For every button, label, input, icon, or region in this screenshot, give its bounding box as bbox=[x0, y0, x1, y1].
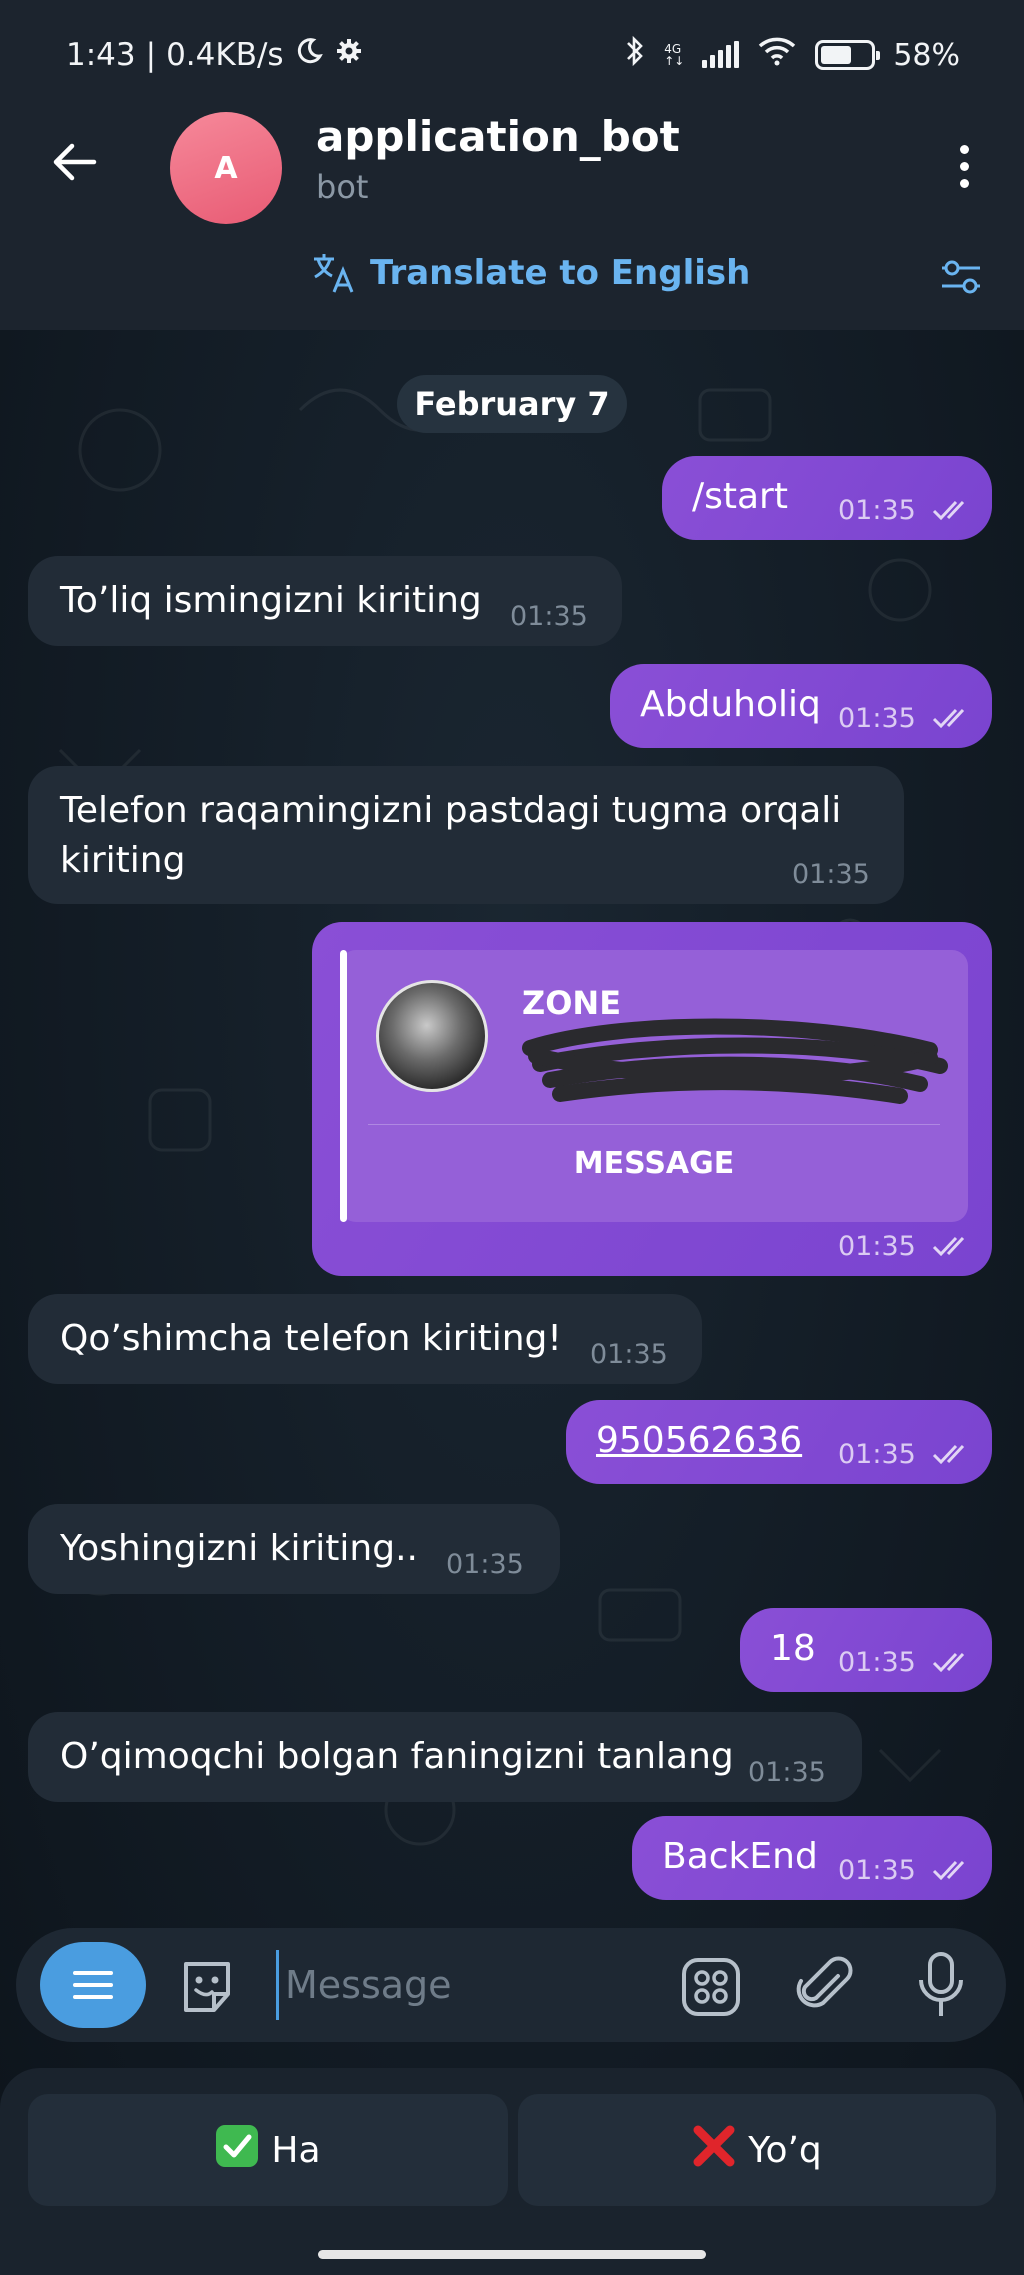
sliders-icon[interactable] bbox=[938, 254, 984, 304]
message-outgoing[interactable]: 18 01:35 bbox=[740, 1608, 992, 1692]
contact-avatar bbox=[376, 980, 488, 1092]
message-time: 01:35 bbox=[446, 1549, 524, 1580]
wifi-icon bbox=[757, 36, 797, 74]
message-time: 01:35 bbox=[838, 495, 916, 526]
chat-title[interactable]: application_bot bbox=[316, 112, 680, 161]
contact-card[interactable]: ZONE MESSAGE bbox=[340, 950, 968, 1222]
paperclip-icon[interactable] bbox=[796, 1956, 856, 2022]
message-text: Yoshingizni kiriting.. bbox=[60, 1528, 418, 1569]
message-incoming[interactable]: Telefon raqamingizni pastdagi tugma orqa… bbox=[28, 766, 904, 904]
message-time: 01:35 bbox=[838, 703, 916, 734]
status-time: 1:43 bbox=[66, 37, 136, 73]
translate-button[interactable]: Translate to English bbox=[310, 250, 750, 296]
double-check-icon bbox=[932, 1444, 965, 1465]
message-time: 01:35 bbox=[748, 1757, 826, 1788]
home-indicator[interactable] bbox=[318, 2250, 706, 2259]
message-text: /start bbox=[692, 476, 788, 517]
message-time: 01:35 bbox=[838, 1855, 916, 1886]
apps-icon[interactable] bbox=[680, 1956, 742, 2022]
message-text: BackEnd bbox=[662, 1836, 818, 1877]
double-check-icon bbox=[932, 1860, 965, 1881]
arrow-left-icon bbox=[53, 143, 97, 181]
check-mark-icon bbox=[215, 2124, 259, 2177]
contact-message-button[interactable]: MESSAGE bbox=[340, 1146, 968, 1181]
message-time: 01:35 bbox=[510, 601, 588, 632]
double-check-icon bbox=[932, 1652, 965, 1673]
gear-icon bbox=[334, 36, 364, 74]
message-outgoing[interactable]: /start 01:35 bbox=[662, 456, 992, 540]
reply-button-no[interactable]: Yo’q bbox=[518, 2094, 996, 2206]
message-text: 18 bbox=[770, 1628, 816, 1669]
hamburger-icon bbox=[73, 1971, 113, 1999]
moon-icon bbox=[294, 36, 324, 74]
chat-subtitle: bot bbox=[316, 168, 369, 206]
phone-number-link[interactable]: 950562636 bbox=[596, 1416, 802, 1466]
message-time: 01:35 bbox=[838, 1231, 916, 1262]
message-time: 01:35 bbox=[792, 859, 870, 890]
message-text-line: Telefon raqamingizni pastdagi tugma orqa… bbox=[60, 790, 842, 831]
status-bar: 1:43 | 0.4KB/s 4G ↑↓ 58% bbox=[0, 0, 1024, 112]
message-text: To’liq ismingizni kiriting bbox=[60, 580, 482, 621]
translate-bar: Translate to English bbox=[0, 250, 1024, 310]
sticker-icon[interactable] bbox=[176, 1956, 238, 2022]
chat-header: A application_bot bot Translate to Engli… bbox=[0, 112, 1024, 330]
translate-icon bbox=[314, 254, 354, 293]
battery-icon bbox=[815, 40, 881, 70]
message-outgoing[interactable]: Abduholiq 01:35 bbox=[610, 664, 992, 748]
message-text-line: kiriting bbox=[60, 840, 186, 881]
back-button[interactable] bbox=[44, 132, 104, 192]
cross-mark-icon bbox=[692, 2124, 736, 2177]
bot-menu-button[interactable] bbox=[40, 1942, 146, 2028]
reply-button-label: Ha bbox=[271, 2129, 321, 2171]
message-outgoing[interactable]: 950562636 01:35 bbox=[566, 1400, 992, 1484]
status-right: 4G ↑↓ 58% bbox=[624, 34, 960, 76]
battery-percent: 58% bbox=[893, 37, 960, 73]
message-text: Qo’shimcha telefon kiriting! bbox=[60, 1318, 562, 1359]
reply-keyboard: Ha Yo’q bbox=[0, 2068, 1024, 2275]
avatar[interactable]: A bbox=[170, 112, 282, 224]
reply-button-yes[interactable]: Ha bbox=[28, 2094, 508, 2206]
message-incoming[interactable]: Yoshingizni kiriting.. 01:35 bbox=[28, 1504, 560, 1594]
microphone-icon[interactable] bbox=[916, 1950, 966, 2024]
status-separator: | bbox=[145, 37, 157, 73]
date-separator: February 7 bbox=[397, 375, 627, 433]
message-input[interactable] bbox=[276, 1950, 656, 2020]
message-composer bbox=[16, 1928, 1006, 2042]
double-check-icon bbox=[932, 708, 965, 729]
double-check-icon bbox=[932, 500, 965, 521]
status-speed: 0.4KB/s bbox=[166, 37, 284, 73]
message-incoming[interactable]: Qo’shimcha telefon kiriting! 01:35 bbox=[28, 1294, 702, 1384]
translate-label: Translate to English bbox=[370, 253, 751, 293]
message-incoming[interactable]: O’qimoqchi bolgan faningizni tanlang 01:… bbox=[28, 1712, 862, 1802]
message-text: Abduholiq bbox=[640, 684, 821, 725]
redaction-scribble bbox=[522, 1018, 948, 1104]
message-incoming[interactable]: To’liq ismingizni kiriting 01:35 bbox=[28, 556, 622, 646]
status-left: 1:43 | 0.4KB/s bbox=[66, 36, 364, 74]
more-vertical-icon[interactable] bbox=[944, 136, 984, 196]
bluetooth-icon bbox=[624, 34, 646, 76]
network-type: 4G ↑↓ bbox=[664, 42, 685, 68]
chat-screen: 1:43 | 0.4KB/s 4G ↑↓ 58% A application_b… bbox=[0, 0, 1024, 2275]
message-time: 01:35 bbox=[590, 1339, 668, 1370]
message-time: 01:35 bbox=[838, 1439, 916, 1470]
message-text: O’qimoqchi bolgan faningizni tanlang bbox=[60, 1736, 734, 1777]
message-time: 01:35 bbox=[838, 1647, 916, 1678]
reply-button-label: Yo’q bbox=[748, 2129, 822, 2171]
double-check-icon bbox=[932, 1236, 965, 1257]
message-outgoing[interactable]: BackEnd 01:35 bbox=[632, 1816, 992, 1900]
signal-icon bbox=[702, 41, 740, 68]
